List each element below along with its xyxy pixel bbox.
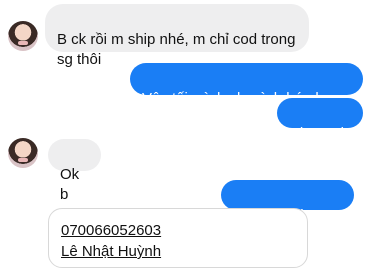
message-text: Cho t stk bbox=[289, 125, 349, 142]
message-bubble-incoming[interactable]: Ok b bbox=[48, 139, 101, 203]
message-bubble-outgoing[interactable]: Cho t stk bbox=[277, 98, 363, 142]
message-text: Ok b bbox=[60, 166, 80, 203]
message-bubble-incoming[interactable]: B ck rồi m ship nhé, m chỉ cod trong sg … bbox=[45, 4, 309, 68]
bank-account-card[interactable]: 070066052603 Lê Nhật Huỳnh bbox=[48, 208, 308, 268]
contact-avatar[interactable] bbox=[8, 138, 38, 168]
account-name[interactable]: Lê Nhật Huỳnh bbox=[61, 242, 295, 261]
message-bubble-outgoing[interactable]: Vietcom càng tốt bbox=[221, 180, 354, 244]
contact-avatar[interactable] bbox=[8, 21, 38, 51]
account-number[interactable]: 070066052603 bbox=[61, 221, 295, 240]
message-bubble-outgoing[interactable]: Vậy tối mình ck mình báo b nha bbox=[130, 63, 363, 127]
